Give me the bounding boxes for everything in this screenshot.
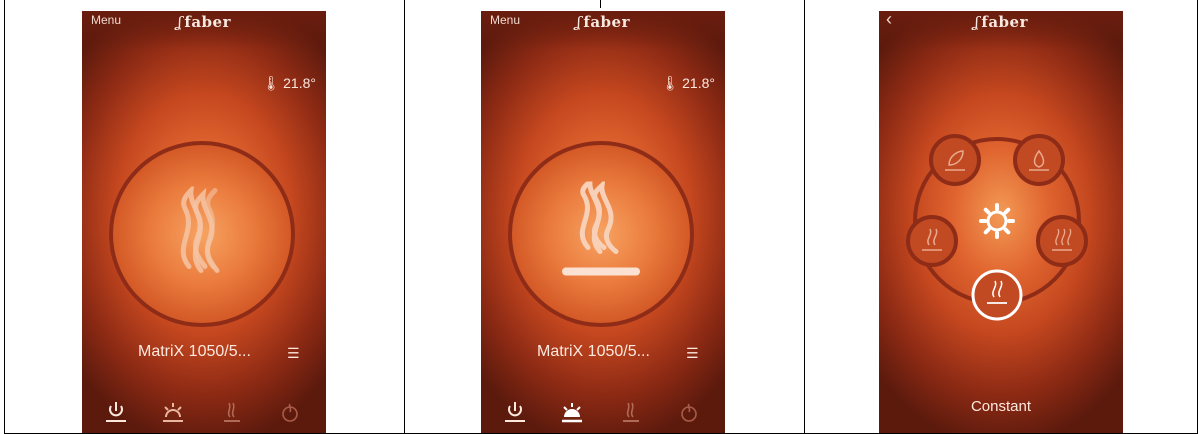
flame-dial[interactable] <box>508 141 694 327</box>
list-icon[interactable]: ☰ <box>686 345 699 362</box>
gear-icon <box>979 203 1015 239</box>
thermometer-icon: 🌡 <box>661 75 680 91</box>
selected-mode-label: Constant <box>970 398 1032 415</box>
temperature-readout: 🌡 21.8° <box>262 75 316 92</box>
logo-text: faber <box>184 13 231 31</box>
mode-selector <box>906 134 1088 321</box>
column-divider <box>600 0 601 8</box>
brand-logo: ʆ faber <box>177 13 231 31</box>
drop-mode-button <box>1013 134 1065 186</box>
app-header: Menu ʆ faber <box>82 11 326 39</box>
light-icon[interactable] <box>560 399 584 423</box>
flame-icon <box>167 183 237 282</box>
temperature-value: 21.8° <box>682 75 715 91</box>
column-divider <box>404 0 405 434</box>
temperature-value: 21.8° <box>283 75 316 91</box>
column-divider <box>804 0 805 434</box>
flame-mode-icon[interactable] <box>220 399 244 423</box>
flame-light-icon <box>556 174 646 287</box>
phone-screen-1: Menu ʆ faber 🌡 21.8° MatriX 1050/5... ☰ <box>82 11 326 433</box>
leaf-mode-button <box>929 134 981 186</box>
campfire-mode-button <box>906 215 958 267</box>
wave-mode-button <box>1036 215 1088 267</box>
power-icon[interactable] <box>104 399 128 423</box>
appliance-name[interactable]: MatriX 1050/5... <box>537 343 650 361</box>
power-icon[interactable] <box>503 399 527 423</box>
flame-mode-icon[interactable] <box>619 399 643 423</box>
thermometer-icon: 🌡 <box>262 75 281 91</box>
logo-text: faber <box>583 13 630 31</box>
app-header: ‹ ʆ faber <box>879 11 1123 39</box>
list-icon[interactable]: ☰ <box>287 345 300 362</box>
constant-mode-button <box>971 269 1023 321</box>
logo-text: faber <box>981 13 1028 31</box>
light-icon[interactable] <box>161 399 185 423</box>
mode-tabbar <box>82 389 326 433</box>
flame-dial[interactable] <box>109 141 295 327</box>
app-header: Menu ʆ faber <box>481 11 725 39</box>
brand-logo: ʆ faber <box>576 13 630 31</box>
phone-screen-2: Menu ʆ faber 🌡 21.8° MatriX 1050/5... ☰ <box>481 11 725 433</box>
phone-screen-3: ‹ ʆ faber Constant <box>879 11 1123 433</box>
appliance-name[interactable]: MatriX 1050/5... <box>138 343 251 361</box>
mode-tabbar <box>481 389 725 433</box>
timer-icon[interactable] <box>278 399 302 423</box>
brand-logo: ʆ faber <box>974 13 1028 31</box>
temperature-readout: 🌡 21.8° <box>661 75 715 92</box>
timer-icon[interactable] <box>677 399 701 423</box>
